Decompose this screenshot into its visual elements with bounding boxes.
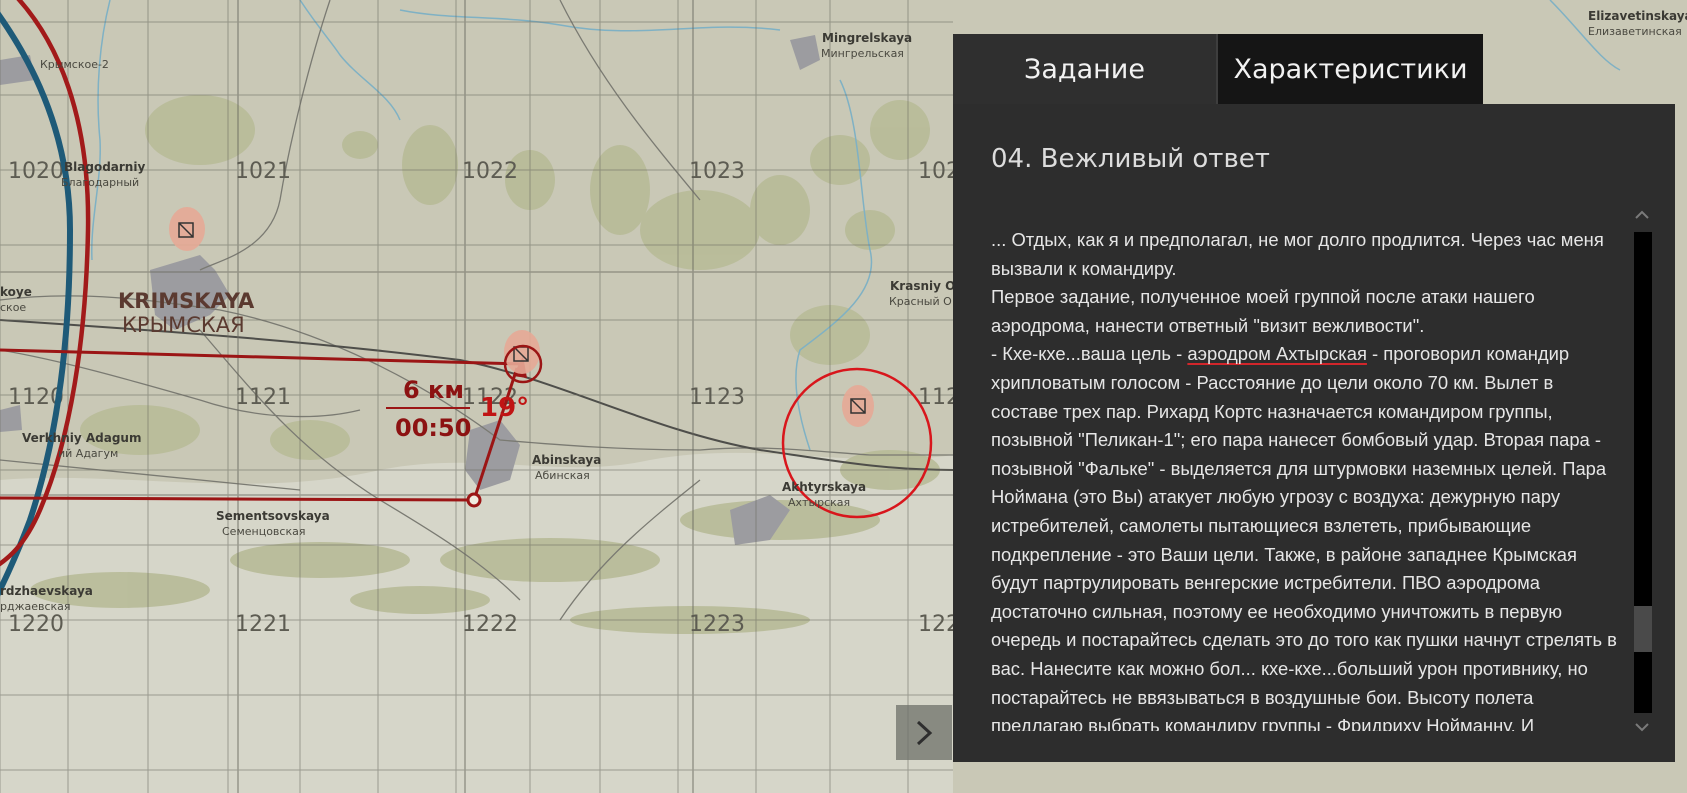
route-time: 00:50 xyxy=(395,414,471,442)
tab-specifications[interactable]: Характеристики xyxy=(1218,34,1483,104)
city-label-krimskaya: KRIMSKAYA КРЫМСКАЯ xyxy=(118,289,255,337)
grid-square-label: 1222 xyxy=(462,612,518,637)
svg-text:Абинская: Абинская xyxy=(535,469,590,482)
route-distance: 6 км xyxy=(403,376,464,404)
svg-text:Akhtyrskaya: Akhtyrskaya xyxy=(782,480,866,494)
svg-text:Sementsovskaya: Sementsovskaya xyxy=(216,509,330,523)
svg-text:Blagodarniy: Blagodarniy xyxy=(64,160,145,174)
svg-text:ское: ское xyxy=(0,301,26,314)
chevron-up-icon xyxy=(1635,210,1649,219)
svg-text:koye: koye xyxy=(0,285,32,299)
tab-task[interactable]: Задание xyxy=(953,34,1218,104)
scrollbar-track[interactable] xyxy=(1634,232,1652,713)
grid-square-label: 1023 xyxy=(689,159,745,184)
svg-text:Елизаветинская: Елизаветинская xyxy=(1588,25,1682,38)
grid-square-label: 1220 xyxy=(8,612,64,637)
svg-text:Verkhniy Adagum: Verkhniy Adagum xyxy=(22,431,141,445)
svg-text:Крымское-2: Крымское-2 xyxy=(40,58,109,71)
svg-text:Семенцовская: Семенцовская xyxy=(222,525,305,538)
svg-text:Красный О: Красный О xyxy=(889,295,952,308)
briefing-tabs: Задание Характеристики xyxy=(953,34,1483,104)
target-airfield-link[interactable]: аэродром Ахтырская xyxy=(1187,343,1367,364)
mission-title: 04. Вежливый ответ xyxy=(991,144,1270,174)
scrollbar-thumb[interactable] xyxy=(1634,606,1652,653)
svg-text:Мингрельская: Мингрельская xyxy=(821,47,904,60)
svg-text:ий Адагум: ий Адагум xyxy=(58,447,118,460)
grid-square-label: 1221 xyxy=(235,612,291,637)
airfield-marker-krimskaya[interactable] xyxy=(169,207,205,251)
briefing-panel: 04. Вежливый ответ ... Отдых, как я и пр… xyxy=(953,104,1675,762)
svg-text:рджаевская: рджаевская xyxy=(0,600,71,613)
chevron-down-icon xyxy=(1635,723,1649,732)
chevron-right-icon xyxy=(916,720,933,745)
svg-text:КРЫМСКАЯ: КРЫМСКАЯ xyxy=(122,313,245,337)
svg-text:rdzhaevskaya: rdzhaevskaya xyxy=(0,584,93,598)
briefing-text[interactable]: ... Отдых, как я и предполагал, не мог д… xyxy=(991,226,1621,731)
svg-text:Abinskaya: Abinskaya xyxy=(532,453,601,467)
grid-square-label: 1121 xyxy=(235,385,291,410)
grid-square-label: 1123 xyxy=(689,385,745,410)
scroll-up-button[interactable] xyxy=(1631,204,1653,226)
route-heading: 19° xyxy=(480,393,529,423)
svg-text:Ахтырская: Ахтырская xyxy=(788,496,850,509)
svg-text:Elizavetinskaya: Elizavetinskaya xyxy=(1588,9,1687,23)
grid-square-label: 1021 xyxy=(235,159,291,184)
grid-square-label: 1223 xyxy=(689,612,745,637)
panel-expand-button[interactable] xyxy=(896,705,952,760)
svg-text:KRIMSKAYA: KRIMSKAYA xyxy=(118,289,255,313)
airfield-marker-akhtyrskaya[interactable] xyxy=(842,385,874,427)
briefing-text-body: - проговорил командир хрипловатым голосо… xyxy=(991,343,1617,731)
scroll-down-button[interactable] xyxy=(1631,716,1653,738)
grid-square-label: 1022 xyxy=(462,159,518,184)
svg-text:Благодарный: Благодарный xyxy=(61,176,139,189)
place-label-krimskoye-2: Крымское-2 xyxy=(40,58,109,71)
grid-square-label: 1020 xyxy=(8,159,64,184)
svg-text:Mingrelskaya: Mingrelskaya xyxy=(822,31,912,45)
svg-text:Krasniy O: Krasniy O xyxy=(890,279,955,293)
